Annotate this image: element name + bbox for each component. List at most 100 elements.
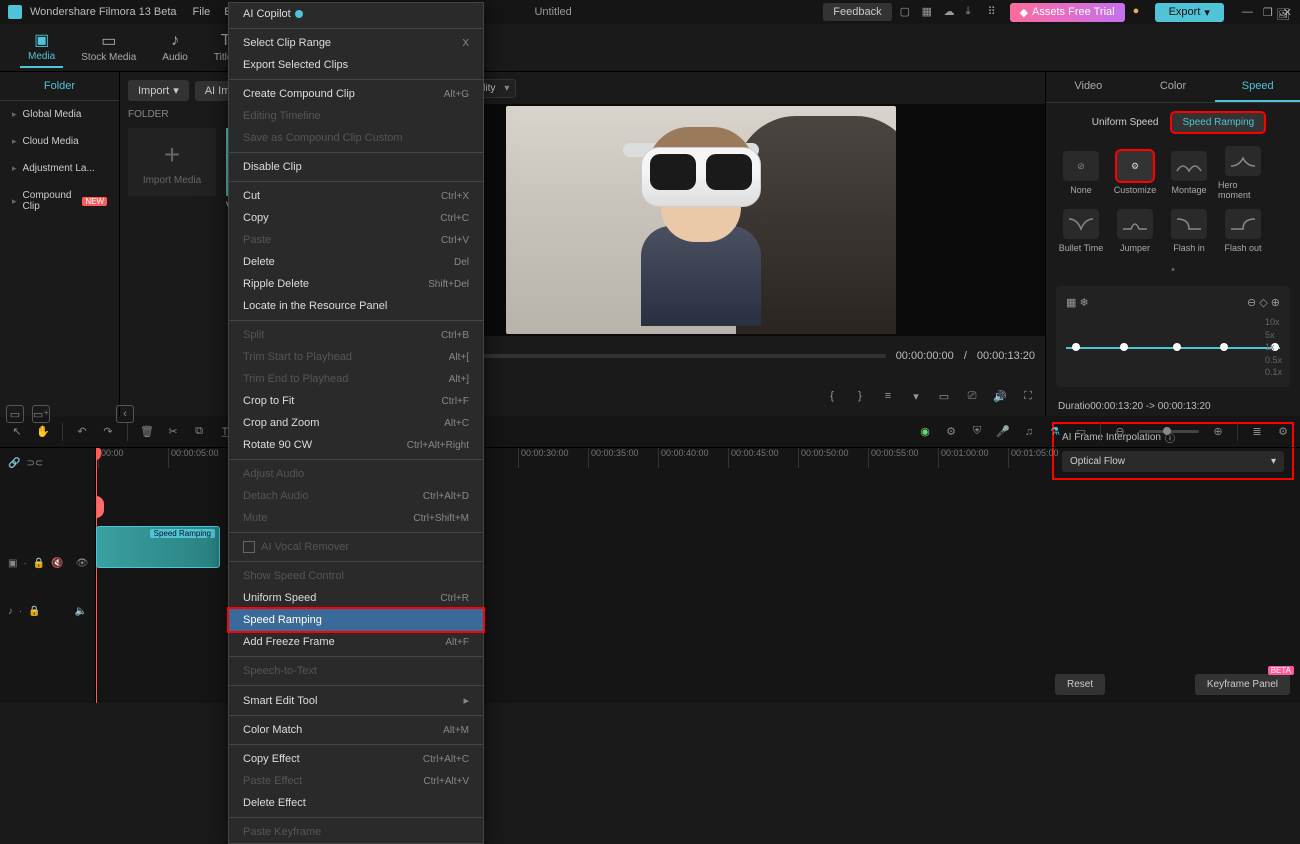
- cloud-icon[interactable]: ☁: [944, 5, 958, 19]
- mode-uniform-speed[interactable]: Uniform Speed: [1082, 113, 1169, 132]
- ctx-locate-in-the-resource-panel[interactable]: Locate in the Resource Panel: [229, 295, 483, 317]
- preset-flash-in[interactable]: Flash in: [1164, 204, 1214, 258]
- display-icon[interactable]: ▭: [937, 390, 951, 403]
- mic-icon[interactable]: 🎤: [996, 425, 1010, 438]
- snapshot-icon[interactable]: 🖼: [1276, 8, 1290, 21]
- clip-handle[interactable]: [96, 496, 104, 518]
- menu-file[interactable]: File: [193, 6, 211, 18]
- marker-icon[interactable]: ▭: [1074, 425, 1088, 438]
- video-track-icon[interactable]: ▣: [8, 558, 17, 569]
- ctx-speed-ramping[interactable]: Speed Ramping: [229, 609, 483, 631]
- chevron-down-icon[interactable]: ▾: [909, 390, 923, 403]
- ctx-select-clip-range[interactable]: Select Clip RangeX: [229, 32, 483, 54]
- assets-trial-button[interactable]: ◆Assets Free Trial: [1010, 3, 1125, 22]
- ctx-smart-edit-tool[interactable]: Smart Edit Tool▸: [229, 689, 483, 712]
- tab-color[interactable]: Color: [1131, 72, 1216, 102]
- record-icon[interactable]: ◉: [918, 425, 932, 438]
- hand-icon[interactable]: ✋: [36, 425, 50, 438]
- snowflake-icon[interactable]: ❄: [1079, 297, 1088, 309]
- cut-icon[interactable]: ✂: [166, 425, 180, 438]
- zoom-slider[interactable]: [1139, 430, 1199, 433]
- mixer-icon[interactable]: ⚗: [1048, 425, 1062, 438]
- camera-icon[interactable]: ⎚: [965, 390, 979, 403]
- export-button[interactable]: Export▾: [1155, 3, 1224, 22]
- sidebar-adjustment-layer[interactable]: Adjustment La...: [0, 155, 119, 182]
- undo-icon[interactable]: ↶: [75, 425, 89, 438]
- crop-icon[interactable]: ⧉: [192, 425, 206, 438]
- audio-track-icon[interactable]: ♪: [8, 606, 13, 617]
- sidebar-global-media[interactable]: Global Media: [0, 101, 119, 128]
- download-icon[interactable]: ⤓: [966, 5, 980, 19]
- import-dropdown-button[interactable]: Import▾: [128, 80, 189, 101]
- pointer-icon[interactable]: ↖: [10, 425, 24, 438]
- ctx-delete-effect[interactable]: Delete Effect: [229, 792, 483, 814]
- keyframe-diamond-icon[interactable]: ◇: [1259, 297, 1267, 309]
- apps-icon[interactable]: ⠿: [988, 5, 1002, 19]
- collapse-icon[interactable]: ‹: [116, 405, 134, 423]
- link-icon[interactable]: 🔗: [8, 458, 20, 469]
- sidebar-cloud-media[interactable]: Cloud Media: [0, 128, 119, 155]
- eye-icon[interactable]: 👁: [76, 558, 89, 569]
- volume-icon[interactable]: 🔊: [993, 390, 1007, 403]
- zoom-in-icon[interactable]: ⊕: [1211, 425, 1225, 438]
- preset-flash-out[interactable]: Flash out: [1218, 204, 1268, 258]
- add-keyframe-icon[interactable]: ⊕: [1271, 297, 1280, 309]
- gear-icon[interactable]: ⚙: [944, 425, 958, 438]
- timeline-clip[interactable]: Speed Ramping: [96, 526, 220, 568]
- ctx-rotate-90-cw[interactable]: Rotate 90 CWCtrl+Alt+Right: [229, 434, 483, 456]
- folder-view-icon[interactable]: ▭: [6, 405, 24, 423]
- magnet-icon[interactable]: ⊃⊂: [26, 458, 43, 469]
- preset-hero-moment[interactable]: Hero moment: [1218, 146, 1268, 200]
- ctx-ripple-delete[interactable]: Ripple DeleteShift+Del: [229, 273, 483, 295]
- list-icon[interactable]: ≣: [1250, 425, 1264, 438]
- ctx-ai-copilot[interactable]: AI Copilot: [229, 3, 483, 25]
- zoom-out-icon[interactable]: ⊖: [1113, 425, 1127, 438]
- playhead[interactable]: [96, 448, 97, 703]
- lock-track-icon[interactable]: 🔒: [33, 558, 45, 569]
- settings-icon[interactable]: ⚙: [1276, 425, 1290, 438]
- ctx-crop-to-fit[interactable]: Crop to FitCtrl+F: [229, 390, 483, 412]
- speed-ramp-graph[interactable]: ▦ ❄ ⊖ ◇ ⊕ 10x 5x 1x 0.5x 0.1x: [1056, 286, 1290, 387]
- import-media-tile[interactable]: +Import Media: [128, 128, 216, 196]
- ctx-color-match[interactable]: Color MatchAlt+M: [229, 719, 483, 741]
- notification-icon[interactable]: ●: [1133, 5, 1147, 19]
- music-icon[interactable]: ♫: [1022, 426, 1036, 438]
- maximize-icon[interactable]: ❐: [1263, 6, 1273, 19]
- tab-media[interactable]: ▣Media: [20, 27, 63, 68]
- shield-icon[interactable]: ⛨: [970, 425, 984, 438]
- ctx-copy-effect[interactable]: Copy EffectCtrl+Alt+C: [229, 748, 483, 770]
- remove-keyframe-icon[interactable]: ⊖: [1247, 297, 1256, 309]
- speaker-icon[interactable]: 🔈: [75, 606, 87, 617]
- minimize-icon[interactable]: —: [1242, 6, 1253, 19]
- ctx-disable-clip[interactable]: Disable Clip: [229, 156, 483, 178]
- preset-montage[interactable]: Montage: [1164, 146, 1214, 200]
- grid-icon[interactable]: ▦: [1066, 297, 1076, 309]
- feedback-button[interactable]: Feedback: [823, 3, 891, 21]
- ctx-create-compound-clip[interactable]: Create Compound ClipAlt+G: [229, 83, 483, 105]
- mode-speed-ramping[interactable]: Speed Ramping: [1172, 113, 1264, 132]
- fullscreen-icon[interactable]: ⛶: [1021, 390, 1035, 403]
- tab-audio[interactable]: ♪Audio: [154, 28, 196, 67]
- ctx-uniform-speed[interactable]: Uniform SpeedCtrl+R: [229, 587, 483, 609]
- preset-bullet-time[interactable]: Bullet Time: [1056, 204, 1106, 258]
- aspect-icon[interactable]: ≡: [881, 390, 895, 402]
- sidebar-compound-clip[interactable]: Compound ClipNEW: [0, 182, 119, 220]
- ctx-cut[interactable]: CutCtrl+X: [229, 185, 483, 207]
- preset-jumper[interactable]: Jumper: [1110, 204, 1160, 258]
- delete-icon[interactable]: 🗑: [140, 425, 154, 438]
- image-icon[interactable]: ▦: [922, 5, 936, 19]
- mark-in-icon[interactable]: {: [825, 390, 839, 402]
- preset-none[interactable]: ⊘None: [1056, 146, 1106, 200]
- redo-icon[interactable]: ↷: [101, 425, 115, 438]
- mark-out-icon[interactable]: }: [853, 390, 867, 402]
- ctx-crop-and-zoom[interactable]: Crop and ZoomAlt+C: [229, 412, 483, 434]
- lock-track-icon[interactable]: 🔒: [28, 606, 40, 617]
- new-folder-icon[interactable]: ▭⁺: [32, 405, 50, 423]
- ctx-delete[interactable]: DeleteDel: [229, 251, 483, 273]
- layout-icon[interactable]: ▢: [900, 5, 914, 19]
- tab-speed[interactable]: Speed: [1215, 72, 1300, 102]
- preset-customize[interactable]: ⚙Customize: [1110, 146, 1160, 200]
- tab-stock-media[interactable]: ▭Stock Media: [73, 28, 144, 67]
- mute-track-icon[interactable]: 🔇: [51, 558, 63, 569]
- ctx-export-selected-clips[interactable]: Export Selected Clips: [229, 54, 483, 76]
